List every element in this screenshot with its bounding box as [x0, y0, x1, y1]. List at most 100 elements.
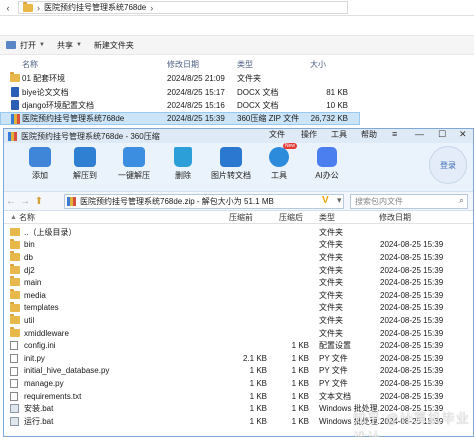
column-uncompressed-size[interactable]: 压缩后 [279, 212, 303, 223]
maximize-icon[interactable]: ☐ [438, 129, 446, 140]
column-type[interactable]: 类型 [319, 212, 335, 223]
compressed-size: 1 KB [249, 416, 267, 426]
file-date: 2024-08-25 15:39 [380, 315, 444, 325]
file-name: templates [24, 303, 59, 313]
add-button[interactable]: 添加 [20, 147, 60, 181]
table-row[interactable]: config.ini 1 KB 配置设置 2024-08-25 15:39 [4, 339, 473, 352]
column-modified[interactable]: 修改日期 [379, 212, 411, 223]
table-row[interactable]: templates 文件夹 2024-08-25 15:39 [4, 301, 473, 315]
table-row[interactable]: db 文件夹 2024-08-25 15:39 [4, 251, 473, 264]
one-click-extract-label: 一键解压 [118, 171, 150, 180]
file-type: 360压缩 ZIP 文件 [237, 114, 300, 123]
image-to-doc-button[interactable]: 图片转文档 [211, 147, 251, 181]
menu-icon[interactable]: ≡ [392, 129, 397, 139]
file-type: 文件夹 [319, 290, 343, 300]
file-type: 文件夹 [319, 278, 343, 288]
path-dropdown-icon[interactable]: V [322, 195, 329, 206]
file-type: 文件夹 [319, 265, 343, 275]
zip-window: 医院预约挂号管理系统768de - 360压缩 文件 操作 工具 帮助 ≡ — … [3, 128, 474, 437]
address-box[interactable]: › 医院预约挂号管理系统768de › [18, 1, 348, 14]
close-icon[interactable]: ✕ [459, 129, 467, 140]
file-date: 2024-08-25 15:39 [380, 328, 444, 338]
chevron-down-icon: ▼ [39, 42, 45, 48]
parent-folder-icon [10, 228, 20, 236]
menu-help[interactable]: 帮助 [361, 129, 377, 140]
file-date: 2024/8/25 15:39 [167, 114, 225, 123]
delete-icon [174, 147, 192, 167]
table-row[interactable]: init.py 2.1 KB 1 KB PY 文件 2024-08-25 15:39 [4, 352, 473, 365]
ai-office-icon [317, 147, 337, 167]
login-button[interactable]: 登录 [429, 146, 467, 184]
file-date: 2024-08-25 15:39 [380, 353, 444, 363]
file-name: 运行.bat [24, 416, 54, 426]
menu-file[interactable]: 文件 [269, 129, 285, 140]
open-icon [6, 41, 16, 49]
minimize-icon[interactable]: — [415, 129, 424, 139]
explorer-row[interactable]: biye论文文档 2024/8/25 15:17 DOCX 文档 81 KB [0, 86, 360, 99]
bat-icon [10, 404, 19, 414]
add-icon [29, 147, 51, 167]
explorer-row[interactable]: 01 配套环境 2024/8/25 21:09 文件夹 [0, 72, 360, 85]
back-arrow-icon[interactable]: ← [4, 196, 18, 207]
extract-to-button[interactable]: 解压到 [65, 147, 105, 181]
table-row[interactable]: requirements.txt 1 KB 1 KB 文本文档 2024-08-25 1… [4, 390, 473, 403]
file-type: PY 文件 [319, 366, 348, 376]
archive-search-input[interactable]: 搜索包内文件 ⌕ [350, 194, 468, 209]
file-date: 2024-08-25 15:39 [380, 341, 444, 351]
table-row[interactable]: util 文件夹 2024-08-25 15:39 [4, 314, 473, 327]
archive-path-box[interactable]: 医院预约挂号管理系统768de.zip - 解包大小为 51.1 MB [64, 194, 344, 209]
menu-operations[interactable]: 操作 [301, 129, 317, 140]
column-name[interactable]: 名称 [19, 212, 35, 223]
column-date[interactable]: 修改日期 [167, 59, 199, 70]
file-date: 2024/8/25 15:17 [167, 88, 225, 97]
file-type: PY 文件 [319, 378, 348, 388]
tools-button[interactable]: New 工具 [259, 143, 299, 181]
column-name[interactable]: 名称 [22, 59, 38, 70]
explorer-row[interactable]: django环境配置文档 2024/8/25 15:16 DOCX 文档 10 … [0, 99, 360, 112]
search-icon[interactable]: ⌕ [459, 195, 464, 206]
table-row[interactable]: main 文件夹 2024-08-25 15:39 [4, 276, 473, 289]
compressed-size: 1 KB [249, 391, 267, 401]
column-size[interactable]: 大小 [310, 59, 326, 70]
extract-to-label: 解压到 [73, 171, 97, 180]
zip-app-icon [8, 131, 17, 141]
explorer-address-bar: ‹ › 医院预约挂号管理系统768de › [0, 0, 474, 16]
back-arrow-icon[interactable]: ‹ [0, 3, 16, 13]
table-row[interactable]: initial_hive_database.py 1 KB 1 KB PY 文件 202… [4, 365, 473, 378]
image-to-doc-icon [220, 147, 242, 167]
file-type: DOCX 文档 [237, 88, 279, 97]
table-row[interactable]: media 文件夹 2024-08-25 15:39 [4, 289, 473, 302]
file-date: 2024-08-25 15:39 [380, 303, 444, 313]
archive-path: 医院预约挂号管理系统768de.zip - 解包大小为 51.1 MB [80, 197, 274, 206]
table-row[interactable]: xmiddleware 文件夹 2024-08-25 15:39 [4, 326, 473, 340]
forward-arrow-icon[interactable]: → [18, 196, 32, 207]
bat-icon [10, 417, 19, 426]
table-row[interactable]: manage.py 1 KB 1 KB PY 文件 2024-08-25 15:39 [4, 377, 473, 390]
ai-office-button[interactable]: AI办公 [307, 147, 347, 181]
breadcrumb[interactable]: 医院预约挂号管理系统768de [44, 2, 146, 13]
open-button[interactable]: 打开 ▼ [0, 37, 51, 53]
file-type: 文本文档 [319, 391, 351, 401]
uncompressed-size: 1 KB [291, 366, 309, 376]
up-folder-icon[interactable]: ⬆ [32, 196, 46, 207]
new-folder-button[interactable]: 新建文件夹 [88, 37, 140, 53]
file-type: 配置设置 [319, 341, 351, 351]
table-row[interactable]: dj2 文件夹 2024-08-25 15:39 [4, 263, 473, 277]
table-row[interactable]: bin 文件夹 2024-08-25 15:39 [4, 238, 473, 252]
file-date: 2024-08-25 15:39 [380, 252, 444, 262]
file-type: 文件夹 [319, 227, 343, 237]
column-compressed-size[interactable]: 压缩前 [229, 212, 253, 223]
share-button[interactable]: 共享 ▼ [51, 37, 88, 53]
table-row[interactable]: ..（上级目录） 文件夹 [4, 226, 473, 239]
chevron-down-icon[interactable]: ▾ [337, 195, 342, 206]
file-date: 2024-08-25 15:39 [380, 265, 444, 275]
file-type: PY 文件 [319, 353, 348, 363]
explorer-row-selected[interactable]: 医院预约挂号管理系统768de 2024/8/25 15:39 360压缩 ZI… [0, 112, 360, 125]
delete-button[interactable]: 删除 [163, 147, 203, 181]
one-click-extract-button[interactable]: 一键解压 [114, 147, 154, 181]
column-type[interactable]: 类型 [237, 59, 253, 70]
menu-tools[interactable]: 工具 [331, 129, 347, 140]
add-label: 添加 [32, 171, 48, 180]
file-name: requirements.txt [24, 391, 82, 401]
file-icon [10, 354, 18, 363]
